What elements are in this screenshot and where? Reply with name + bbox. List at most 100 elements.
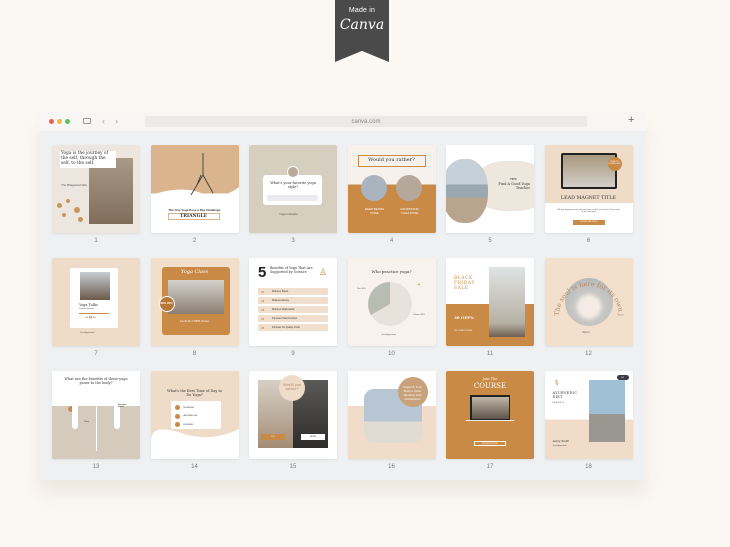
page-number: 6: [586, 238, 591, 244]
template-grid: Yoga is the journey of the self, through…: [52, 145, 633, 470]
benefit-item: 01 Reduces Stress: [258, 288, 328, 295]
template-thumbnail[interactable]: Would you rather? JOY MORE: [249, 371, 337, 459]
template-thumbnail[interactable]: BLACK FRIDAY SALE 30 OFF% ON YOGA COURSE: [446, 258, 534, 346]
close-window-button[interactable]: [49, 119, 54, 124]
template-card[interactable]: What's the Best Time of Day to Do Yoga? …: [150, 371, 239, 470]
time-option: AFTERNOON: [174, 413, 197, 420]
template-title: Benefits of Yoga That Are Supported by S…: [270, 266, 313, 274]
template-card[interactable]: 5 Benefits of Yoga That Are Supported by…: [249, 258, 337, 357]
svg-text:The soul is here for its own j: The soul is here for its own joy: [545, 258, 625, 316]
benefit-item: 02 Relieves Anxiety: [258, 297, 328, 304]
template-thumbnail[interactable]: 5 Benefits of Yoga That Are Supported by…: [249, 258, 337, 346]
benefit-item: 04 Improves Heart Function: [258, 315, 328, 322]
template-title: What are the benefits of these yoga pose…: [64, 377, 128, 386]
class-photo: [167, 280, 224, 314]
pose-a-illustration: [72, 395, 78, 429]
minimize-window-button[interactable]: [57, 119, 62, 124]
signature-text: Jenny Smith: [552, 439, 570, 443]
template-title: Find A Good Yoga Teacher: [498, 182, 530, 191]
page-number: 1: [94, 238, 98, 244]
template-title: Would you rather?: [357, 155, 426, 167]
time-option: MORNING: [174, 404, 198, 411]
more-options-button[interactable]: •••: [616, 375, 629, 380]
template-thumbnail[interactable]: The One Yoga Pose a Day Challenge TRIANG…: [150, 145, 239, 233]
template-title: BLACK FRIDAY SALE: [454, 276, 475, 292]
avatar: [287, 166, 299, 178]
arc-quote: The soul is here for its own joy: [545, 258, 625, 316]
template-thumbnail[interactable]: FREE TO DOWNLOAD LEAD MAGNET TITLE We lo…: [544, 145, 633, 233]
template-thumbnail[interactable]: Yoga Talks Podcast Episode ◂◂ ▮▮ ▸▸ @rea…: [52, 258, 140, 346]
quote-author: The Bhagavad Gita: [61, 183, 87, 187]
question-text: What's your favorite yoga style?: [270, 181, 316, 190]
sun-icon: [174, 422, 180, 427]
template-title: Yoga Class: [180, 269, 209, 275]
page-number: 7: [94, 351, 98, 357]
template-thumbnail[interactable]: Yoga is the journey of the self, through…: [52, 145, 140, 233]
handle-text: @reallygreatsite: [381, 334, 396, 336]
discount-badge: 30% OFF: [158, 296, 175, 312]
template-thumbnail[interactable]: Who practice yoga? Men 36% Women 64% @re…: [347, 258, 436, 346]
template-card[interactable]: TIPS Find A Good Yoga Teacher 5: [446, 145, 534, 244]
benefit-text: Relieves Anxiety: [272, 299, 289, 302]
portrait-photo: [588, 380, 625, 442]
benefit-number: 05: [261, 325, 265, 330]
template-card[interactable]: Yoga Talks Podcast Episode ◂◂ ▮▮ ▸▸ @rea…: [52, 258, 140, 357]
template-thumbnail[interactable]: Would you rather? DEEP BENDS POSE HANDST…: [347, 145, 436, 233]
template-title: COURSE: [473, 382, 507, 390]
handle-text: @reallygreatsite: [80, 332, 95, 334]
template-card[interactable]: Support Your Body's Inner Wisdom And Lim…: [347, 371, 436, 470]
template-card[interactable]: What's your favorite yoga style? Yoga Li…: [249, 145, 337, 244]
page-number: 12: [585, 351, 592, 357]
option-b-label: HANDSTAND YOGA POSE: [400, 207, 419, 215]
template-thumbnail[interactable]: What's the Best Time of Day to Do Yoga? …: [150, 371, 239, 459]
template-card[interactable]: 🎙 AYURVEDIC DIET EPISODE 15 Jenny Smith …: [544, 371, 633, 470]
forward-button[interactable]: ›: [115, 116, 118, 126]
template-card[interactable]: FREE TO DOWNLOAD LEAD MAGNET TITLE We lo…: [544, 145, 633, 244]
template-thumbnail[interactable]: The soul is here for its own joy Rumi: [544, 258, 633, 346]
template-card[interactable]: Yoga is the journey of the self, through…: [52, 145, 140, 244]
microphone-icon: 🎙: [553, 380, 560, 386]
template-thumbnail[interactable]: What's your favorite yoga style? Yoga Li…: [249, 145, 337, 233]
template-card[interactable]: BLACK FRIDAY SALE 30 OFF% ON YOGA COURSE…: [446, 258, 534, 357]
sun-icon: [174, 405, 180, 410]
benefit-number: 01: [261, 289, 265, 294]
template-kicker: TIPS: [510, 177, 517, 181]
time-option: EVENING: [174, 421, 198, 428]
new-tab-button[interactable]: +: [628, 114, 634, 126]
benefits-list: 01 Reduces Stress 02 Relieves Anxiety 03 Redu…: [258, 288, 328, 333]
template-thumbnail[interactable]: Join The COURSE REGISTER NOW: [446, 371, 534, 459]
template-card[interactable]: Yoga Class 30% OFF Jan 20-22 | 7.30PM | …: [150, 258, 239, 357]
yoga-photo: [446, 159, 488, 223]
pie-chart: [367, 282, 412, 326]
template-thumbnail[interactable]: TIPS Find A Good Yoga Teacher: [446, 145, 534, 233]
page-number: 15: [289, 464, 297, 470]
laptop-mockup: [470, 395, 510, 420]
template-card[interactable]: The soul is here for its own joy Rumi 12: [544, 258, 633, 357]
benefit-text: Improves the Quality of Life: [272, 326, 300, 329]
big-number: 5: [258, 264, 267, 281]
benefit-text: Improves Heart Function: [272, 317, 298, 320]
template-card[interactable]: Join The COURSE REGISTER NOW 17: [446, 371, 534, 470]
template-title: What's the Best Time of Day to Do Yoga?: [167, 389, 222, 398]
template-thumbnail[interactable]: Yoga Class 30% OFF Jan 20-22 | 7.30PM | …: [150, 258, 239, 346]
template-footer: ON YOGA COURSE: [454, 330, 473, 332]
back-button[interactable]: ‹: [102, 116, 105, 126]
maximize-window-button[interactable]: [65, 119, 70, 124]
template-body: We love beginners and welcome them to al…: [557, 209, 620, 213]
template-card[interactable]: Who practice yoga? Men 36% Women 64% @re…: [347, 258, 436, 357]
template-thumbnail[interactable]: What are the benefits of these yoga pose…: [52, 371, 140, 459]
laptop-mockup: [560, 153, 617, 189]
template-thumbnail[interactable]: Support Your Body's Inner Wisdom And Lim…: [347, 371, 436, 459]
template-card[interactable]: Would you rather? DEEP BENDS POSE HANDST…: [347, 145, 436, 244]
template-photo: [89, 158, 133, 224]
template-card[interactable]: What are the benefits of these yoga pose…: [52, 371, 140, 470]
free-badge: FREE TO DOWNLOAD: [607, 157, 622, 171]
option-b-button: MORE: [301, 434, 325, 440]
template-subtitle: The One Yoga Pose a Day Challenge: [168, 208, 221, 212]
template-card[interactable]: Would you rather? JOY MORE 15: [249, 371, 337, 470]
template-thumbnail[interactable]: 🎙 AYURVEDIC DIET EPISODE 15 Jenny Smith …: [544, 371, 633, 459]
sidebar-toggle-icon[interactable]: [83, 118, 91, 124]
register-button: REGISTER NOW: [474, 441, 506, 446]
template-card[interactable]: The One Yoga Pose a Day Challenge TRIANG…: [150, 145, 239, 244]
address-bar[interactable]: canva.com: [145, 116, 587, 127]
